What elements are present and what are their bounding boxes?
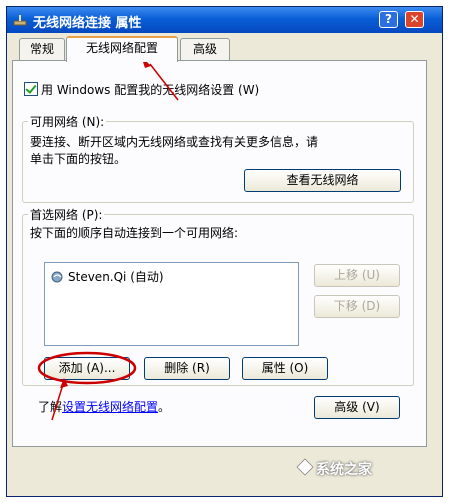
tab-general[interactable]: 常规	[19, 38, 65, 60]
watermark-text: 系统之家	[316, 462, 372, 478]
use-windows-config-checkbox[interactable]: 用 Windows 配置我的无线网络设置 (W)	[24, 81, 259, 98]
help-button[interactable]: ?	[379, 11, 398, 28]
properties-button[interactable]: 属性 (O)	[242, 357, 328, 380]
view-wireless-networks-button[interactable]: 查看无线网络	[244, 169, 401, 192]
checkbox-label: 用 Windows 配置我的无线网络设置 (W)	[41, 83, 260, 97]
tab-advanced[interactable]: 高级	[180, 38, 230, 60]
preferred-description: 按下面的顺序自动连接到一个可用网络:	[30, 226, 239, 240]
move-down-button[interactable]: 下移 (D)	[314, 295, 400, 318]
close-button[interactable]: ✕	[405, 11, 424, 28]
available-networks-label: 可用网络 (N):	[28, 113, 107, 130]
preferred-networks-list[interactable]: Steven.Qi (自动)	[44, 262, 299, 346]
network-name: Steven.Qi (自动)	[68, 270, 164, 284]
learn-more-text: 了解设置无线网络配置。	[38, 398, 170, 415]
list-item[interactable]: Steven.Qi (自动)	[51, 268, 164, 285]
checkbox-box[interactable]	[24, 82, 38, 96]
network-icon	[13, 15, 27, 26]
available-description-line2: 单击下面的按钮。	[30, 152, 127, 166]
wireless-network-icon	[51, 271, 63, 283]
preferred-networks-label: 首选网络 (P):	[28, 206, 105, 223]
add-button[interactable]: 添加 (A)...	[44, 357, 130, 380]
learn-prefix: 了解	[38, 400, 63, 414]
available-description-line1: 要连接、断开区域内无线网络或查找有关更多信息，请	[30, 135, 319, 149]
learn-suffix: 。	[158, 400, 171, 414]
tab-wireless-networks[interactable]: 无线网络配置	[66, 36, 178, 62]
learn-link[interactable]: 设置无线网络配置	[62, 400, 158, 414]
title-bar[interactable]: 无线网络连接 属性 ? ✕	[7, 7, 442, 33]
remove-button[interactable]: 删除 (R)	[144, 357, 230, 380]
move-up-button[interactable]: 上移 (U)	[314, 264, 400, 287]
window-title: 无线网络连接 属性	[33, 16, 142, 31]
advanced-button[interactable]: 高级 (V)	[314, 396, 400, 419]
